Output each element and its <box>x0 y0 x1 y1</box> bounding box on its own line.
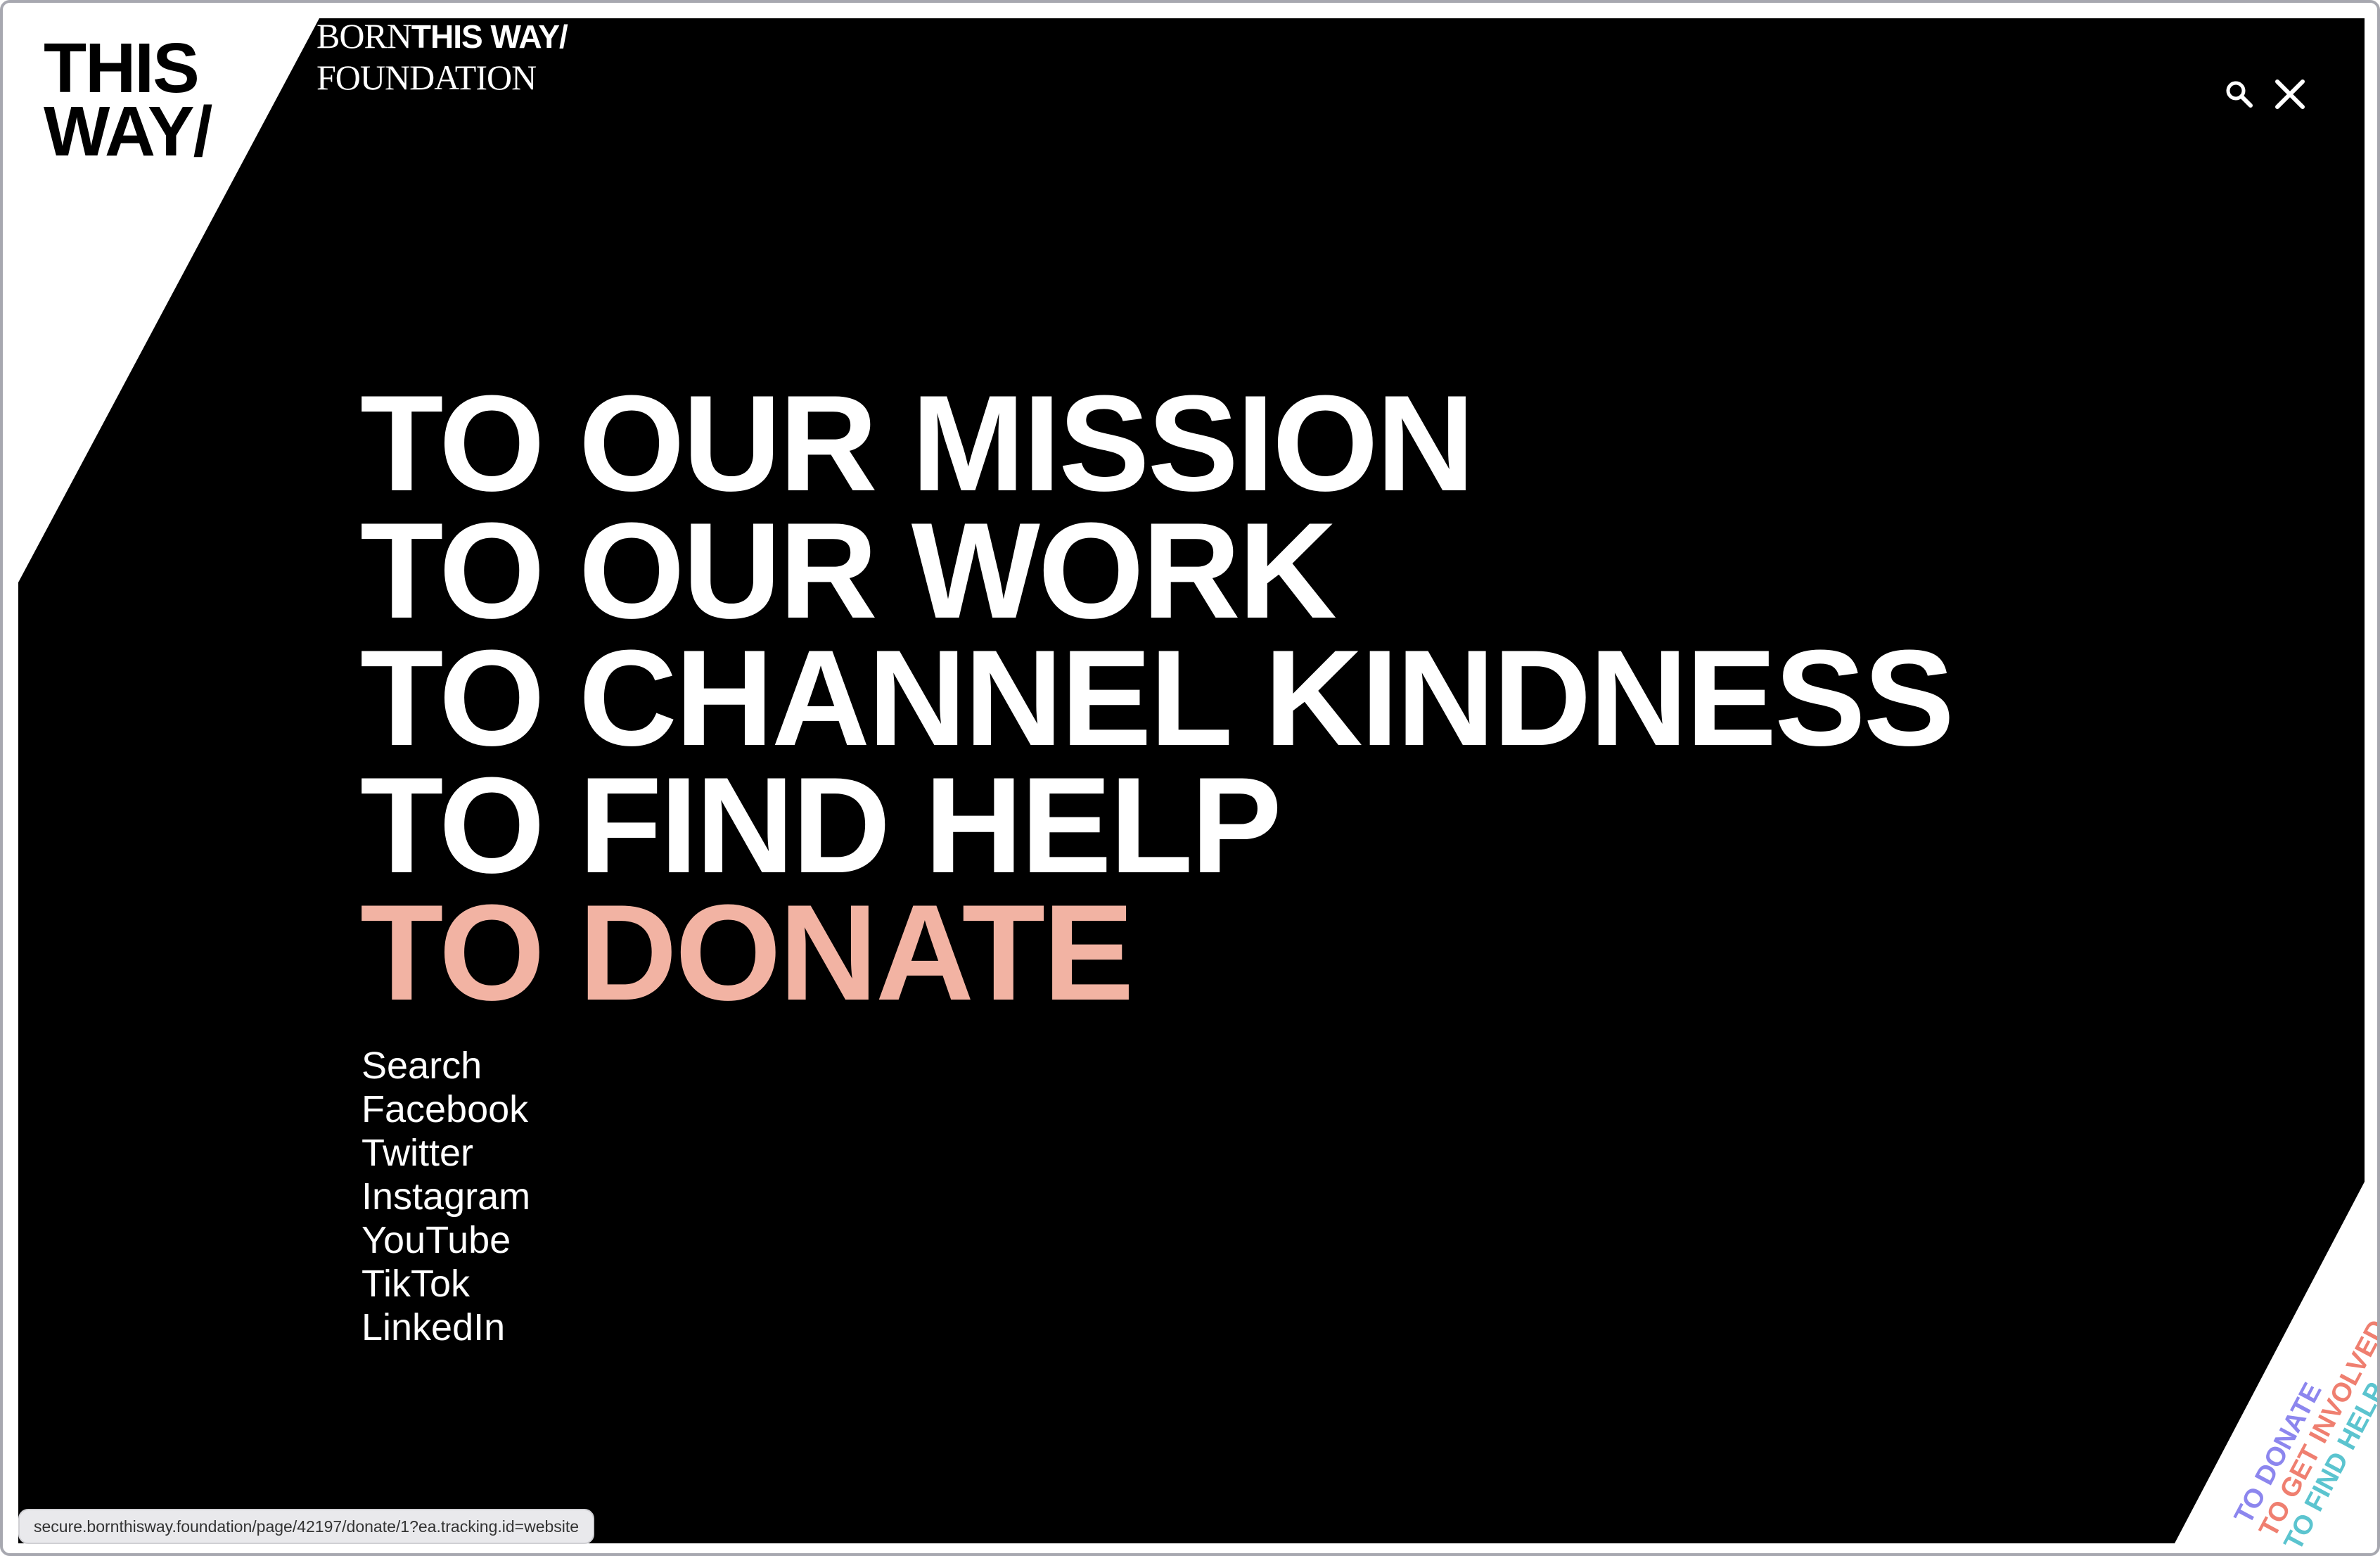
menu-link-find-help[interactable]: TO FIND HELP <box>360 758 1952 894</box>
menu-link-mission[interactable]: TO OUR MISSION <box>360 376 1952 512</box>
this-way-logo[interactable]: THIS WAY/ <box>44 29 255 171</box>
secondary-link-linkedin[interactable]: LinkedIn <box>362 1306 530 1349</box>
logo-line-1: THIS <box>44 29 200 108</box>
secondary-menu: Search Facebook Twitter Instagram YouTub… <box>362 1044 530 1349</box>
foundation-logo-line-2: FOUNDATION <box>316 58 537 97</box>
secondary-link-search[interactable]: Search <box>362 1044 530 1088</box>
search-button[interactable] <box>2224 79 2255 110</box>
search-icon <box>2226 81 2253 108</box>
browser-window: THIS WAY/ BORNTHIS WAY/ FOUNDATION TO OU… <box>0 0 2380 1556</box>
secondary-link-tiktok[interactable]: TikTok <box>362 1262 530 1306</box>
secondary-link-instagram[interactable]: Instagram <box>362 1175 530 1218</box>
foundation-logo-born: BORN <box>316 16 412 56</box>
logo-line-2: WAY/ <box>44 92 212 171</box>
born-this-way-foundation-logo[interactable]: BORNTHIS WAY/ FOUNDATION <box>316 18 568 97</box>
close-icon <box>2275 79 2305 109</box>
secondary-link-facebook[interactable]: Facebook <box>362 1088 530 1131</box>
secondary-link-youtube[interactable]: YouTube <box>362 1218 530 1262</box>
foundation-logo-thisway: THIS WAY/ <box>411 18 568 55</box>
main-menu: TO OUR MISSION TO OUR WORK TO CHANNEL KI… <box>360 376 1954 1021</box>
secondary-link-twitter[interactable]: Twitter <box>362 1131 530 1175</box>
menu-link-channel-kindness[interactable]: TO CHANNEL KINDNESS <box>360 630 1954 767</box>
status-bar-url: secure.bornthisway.foundation/page/42197… <box>18 1509 595 1544</box>
menu-link-donate[interactable]: TO DONATE <box>360 885 1952 1021</box>
foundation-logo-line-1: BORNTHIS WAY/ <box>316 18 568 61</box>
menu-link-work[interactable]: TO OUR WORK <box>360 503 1952 639</box>
close-menu-button[interactable] <box>2272 76 2308 113</box>
